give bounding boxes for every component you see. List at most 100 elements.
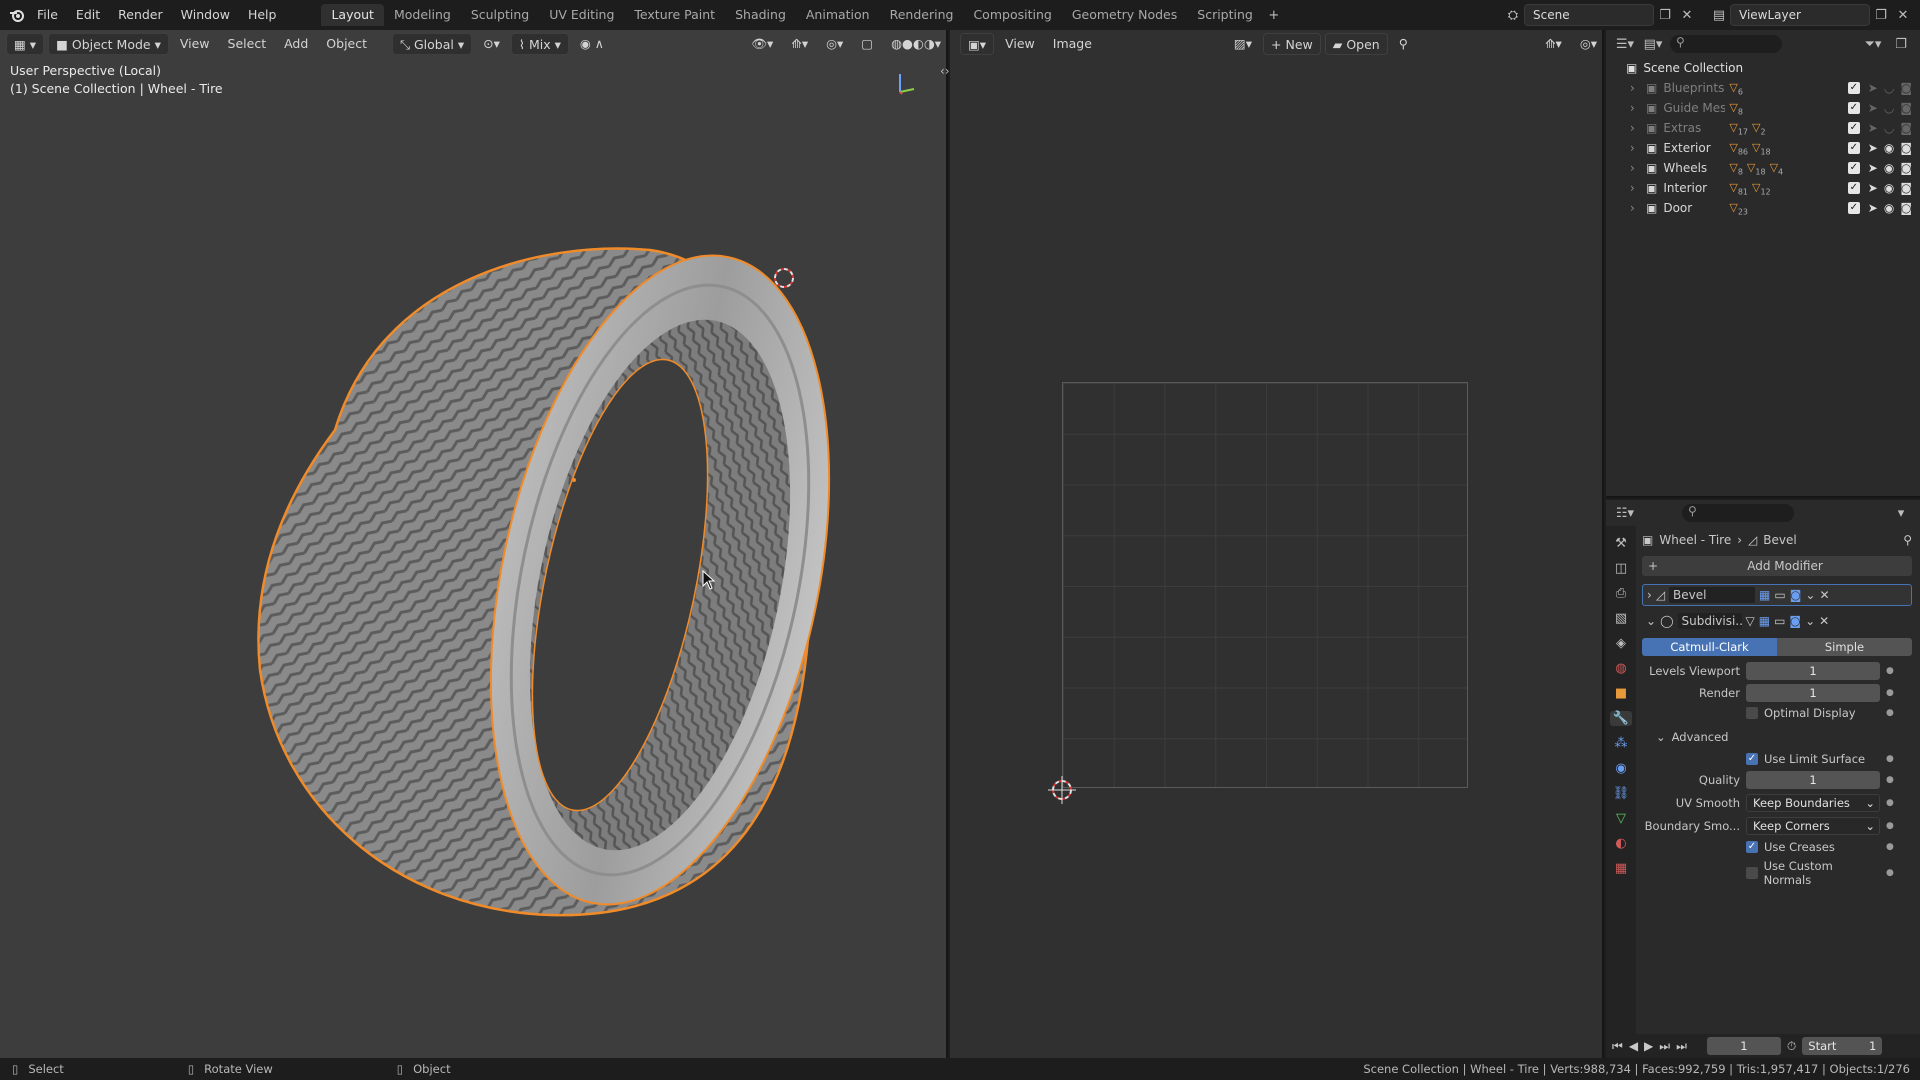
data-tab-icon[interactable]: ▽ <box>1616 811 1626 826</box>
select-arrow-icon[interactable]: ➤ <box>1868 101 1878 115</box>
sub-remove-modifier-icon[interactable]: ✕ <box>1819 614 1829 628</box>
exclude-checkbox[interactable]: ✓ <box>1847 202 1860 214</box>
dropdown-icon[interactable]: ⌄ <box>1805 588 1815 602</box>
camera-icon[interactable]: ◙ <box>1900 161 1912 175</box>
shading-modes-icon[interactable]: ◍●◐◑▾ <box>884 33 948 55</box>
image-browse-icon[interactable]: ▨▾ <box>1227 33 1259 55</box>
use-limit-surface-checkbox[interactable]: ✓ Use Limit Surface <box>1746 752 1880 766</box>
tab-modeling[interactable]: Modeling <box>384 4 461 26</box>
image-overlay-icon[interactable]: ◎▾ <box>1573 33 1604 55</box>
expand-chevron-icon[interactable]: › <box>1647 588 1652 602</box>
outliner-row-guide-meshes[interactable]: › ▣ Guide Meshes ▽8 ✓ ➤ ◡ ◙ <box>1606 98 1920 118</box>
exclude-checkbox[interactable]: ✓ <box>1847 182 1860 194</box>
outliner-row-extras[interactable]: › ▣ Extras ▽17 ▽2 ✓ ➤ ◡ ◙ <box>1606 118 1920 138</box>
menu-window[interactable]: Window <box>172 4 239 26</box>
tab-layout[interactable]: Layout <box>321 4 384 26</box>
tab-animation[interactable]: Animation <box>796 4 880 26</box>
scene-selector[interactable]: Scene <box>1524 4 1654 26</box>
new-image-button[interactable]: + New <box>1263 33 1321 55</box>
material-tab-icon[interactable]: ◐ <box>1615 836 1626 851</box>
scene-tab-icon[interactable]: ◈ <box>1616 636 1626 651</box>
image-editor-type-selector[interactable]: ▣▾ <box>960 33 995 55</box>
image-gizmo-icon[interactable]: ⟰▾ <box>1538 33 1569 55</box>
render-levels-field[interactable]: 1 <box>1746 684 1880 702</box>
scene-icon[interactable]: ⛭ <box>1502 4 1524 26</box>
expand-arrow-icon[interactable]: › <box>1630 101 1642 115</box>
bevel-modifier-header[interactable]: › ◿ Bevel ▦ ▭ ◙ ⌄ ✕ <box>1642 584 1912 606</box>
expand-arrow-icon[interactable]: › <box>1630 121 1642 135</box>
properties-options-icon[interactable]: ▾ <box>1890 502 1912 524</box>
eye-icon[interactable]: ◉ <box>1884 201 1894 215</box>
tab-rendering[interactable]: Rendering <box>880 4 964 26</box>
expand-arrow-icon[interactable]: › <box>1630 141 1642 155</box>
collapse-chevron-icon[interactable]: ⌄ <box>1646 614 1656 628</box>
add-workspace-icon[interactable]: + <box>1263 4 1285 26</box>
tab-scripting[interactable]: Scripting <box>1187 4 1263 26</box>
camera-icon[interactable]: ◙ <box>1900 101 1912 115</box>
quality-field[interactable]: 1 <box>1746 771 1880 789</box>
viewport-menu-add[interactable]: Add <box>277 33 315 55</box>
render-toggle-icon[interactable]: ◙ <box>1790 588 1802 602</box>
keyframe-dot-icon[interactable]: ● <box>1886 775 1902 785</box>
menu-render[interactable]: Render <box>109 4 172 26</box>
camera-icon[interactable]: ◙ <box>1900 141 1912 155</box>
camera-icon[interactable]: ◙ <box>1900 201 1912 215</box>
tab-uv-editing[interactable]: UV Editing <box>539 4 624 26</box>
jump-start-icon[interactable]: ⏮ <box>1612 1039 1623 1054</box>
select-arrow-icon[interactable]: ➤ <box>1868 161 1878 175</box>
output-tab-icon[interactable]: ⎙ <box>1616 586 1626 601</box>
outliner-editor-type-icon[interactable]: ☰▾ <box>1614 33 1636 55</box>
outliner-row-door[interactable]: › ▣ Door ▽23 ✓ ➤ ◉ ◙ <box>1606 198 1920 218</box>
exclude-checkbox[interactable]: ✓ <box>1847 142 1860 154</box>
select-arrow-icon[interactable]: ➤ <box>1868 121 1878 135</box>
keyframe-dot-icon[interactable]: ● <box>1886 821 1902 831</box>
tab-compositing[interactable]: Compositing <box>963 4 1061 26</box>
jump-keyframe-icon[interactable]: ⏭ <box>1659 1039 1670 1054</box>
cage-toggle-icon[interactable]: ▽ <box>1746 614 1755 628</box>
levels-viewport-field[interactable]: 1 <box>1746 662 1880 680</box>
exclude-checkbox[interactable]: ✓ <box>1847 102 1860 114</box>
object-tab-icon[interactable]: ■ <box>1615 686 1627 701</box>
catmull-clark-button[interactable]: Catmull-Clark <box>1642 638 1777 656</box>
particles-tab-icon[interactable]: ⁂ <box>1615 736 1628 751</box>
sub-viewport-toggle-icon[interactable]: ▭ <box>1774 614 1785 628</box>
uv-smooth-dropdown[interactable]: Keep Boundaries ⌄ <box>1746 794 1880 812</box>
boundary-smooth-dropdown[interactable]: Keep Corners ⌄ <box>1746 817 1880 835</box>
outliner-panel[interactable]: ☰▾ ▤▾ ⚲ ⏷▾ ❐ ▣ Scene Collection › ▣ Blue… <box>1606 30 1920 498</box>
expand-arrow-icon[interactable]: › <box>1630 161 1642 175</box>
use-creases-checkbox[interactable]: ✓ Use Creases <box>1746 840 1880 854</box>
sub-render-toggle-icon[interactable]: ◙ <box>1789 614 1801 628</box>
sub-editmode-toggle-icon[interactable]: ▦ <box>1759 614 1770 628</box>
tab-shading[interactable]: Shading <box>725 4 796 26</box>
filter-icon[interactable]: ⏷▾ <box>1862 33 1884 55</box>
camera-icon[interactable]: ◙ <box>1900 81 1912 95</box>
overlay-toggle-icon[interactable]: ◎▾ <box>819 33 850 55</box>
image-editor-menu-image[interactable]: Image <box>1046 33 1099 55</box>
render-tab-icon[interactable]: ◫ <box>1615 561 1627 576</box>
keyframe-dot-icon[interactable]: ● <box>1886 754 1902 764</box>
axis-gizmo-icon[interactable] <box>880 64 920 104</box>
properties-search-input[interactable]: ⚲ <box>1682 504 1794 522</box>
current-frame-field[interactable]: 1 <box>1706 1037 1781 1055</box>
scene-collection-row[interactable]: ▣ Scene Collection <box>1606 58 1920 78</box>
use-custom-normals-checkbox[interactable]: Use Custom Normals <box>1746 859 1880 887</box>
simple-button[interactable]: Simple <box>1777 638 1912 656</box>
open-image-button[interactable]: ▰ Open <box>1324 33 1388 55</box>
menu-help[interactable]: Help <box>239 4 286 26</box>
view-layer-tab-icon[interactable]: ▧ <box>1615 611 1627 626</box>
delete-scene-icon[interactable]: ✕ <box>1676 4 1698 26</box>
pin-properties-icon[interactable]: ⚲ <box>1903 533 1912 547</box>
editmode-toggle-icon[interactable]: ▦ <box>1759 588 1770 602</box>
tab-geometry-nodes[interactable]: Geometry Nodes <box>1062 4 1187 26</box>
tab-sculpting[interactable]: Sculpting <box>461 4 539 26</box>
expand-arrow-icon[interactable]: › <box>1630 81 1642 95</box>
select-arrow-icon[interactable]: ➤ <box>1868 141 1878 155</box>
modifier-tab-icon[interactable]: 🔧 <box>1609 711 1633 726</box>
eye-icon[interactable]: ◡ <box>1884 121 1894 135</box>
tire-mesh-object[interactable] <box>240 210 840 950</box>
proportional-edit-icon[interactable]: ◉ ∧ <box>573 33 611 55</box>
optimal-display-checkbox[interactable]: Optimal Display <box>1746 706 1880 720</box>
xray-toggle-icon[interactable]: ▢ <box>854 33 880 55</box>
constraints-tab-icon[interactable]: ⛓ <box>1613 786 1630 801</box>
keyframe-dot-icon[interactable]: ● <box>1886 688 1902 698</box>
